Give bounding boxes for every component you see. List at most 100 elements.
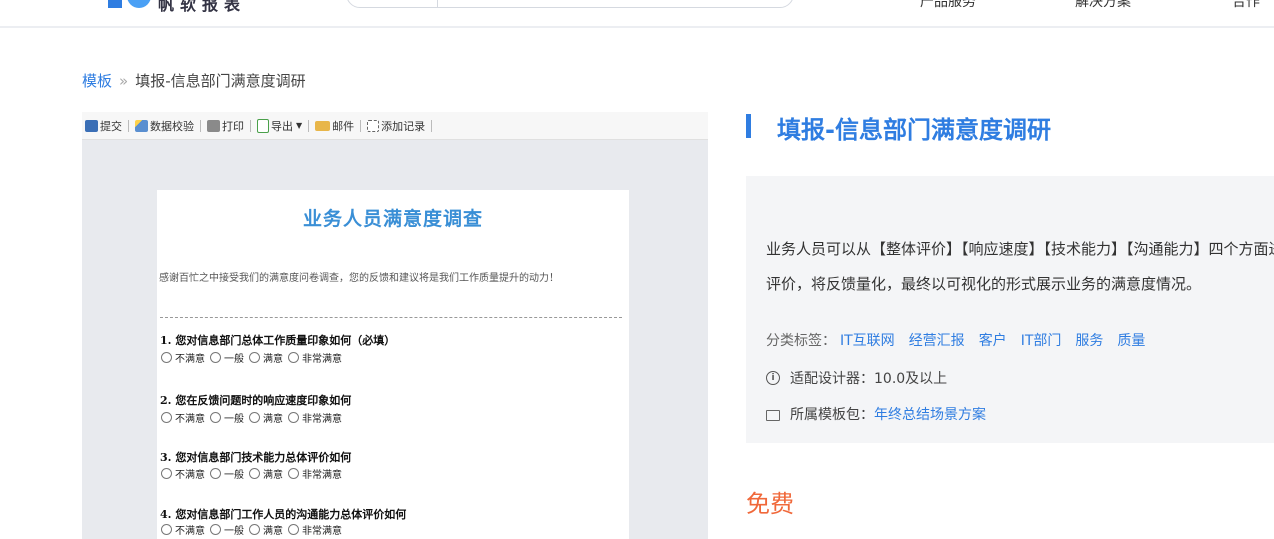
radio-option[interactable]: 不满意 xyxy=(161,522,205,537)
category-tags: 分类标签： IT互联网 经营汇报 客户 IT部门 服务 质量 xyxy=(766,330,1145,350)
radio-circle-icon xyxy=(288,412,299,423)
option-label: 非常满意 xyxy=(302,526,342,537)
logo-mark-icon[interactable] xyxy=(108,0,122,8)
price-label: 免费 xyxy=(746,490,794,518)
survey-title: 业务人员满意度调查 xyxy=(302,208,483,230)
radio-option[interactable]: 非常满意 xyxy=(288,410,342,425)
radio-option[interactable]: 一般 xyxy=(210,410,244,425)
question-1: 1. 您对信息部门总体工作质量印象如何（必填） xyxy=(160,334,396,347)
logo-swoosh-icon[interactable] xyxy=(127,0,151,8)
question-2: 2. 您在反馈问题时的响应速度印象如何 xyxy=(160,394,352,407)
breadcrumb-separator: » xyxy=(119,72,129,90)
radio-circle-icon xyxy=(288,468,299,479)
nav-item-partners[interactable]: 合作 xyxy=(1232,0,1260,11)
radio-option[interactable]: 满意 xyxy=(249,466,283,481)
designer-compat: i 适配设计器：10.0及以上 xyxy=(766,368,947,388)
add-record-label: 添加记录 xyxy=(381,119,426,133)
toolbar-divider xyxy=(250,119,251,132)
radio-option[interactable]: 不满意 xyxy=(161,350,205,365)
template-description: 业务人员可以从【整体评价】【响应速度】【技术能力】【沟通能力】四个方面进行评价，… xyxy=(766,240,1274,293)
option-label: 不满意 xyxy=(175,414,205,425)
breadcrumb-templates-link[interactable]: 模板 xyxy=(82,72,112,90)
tags-label: 分类标签： xyxy=(766,333,836,349)
tag-link[interactable]: 服务 xyxy=(1075,330,1103,350)
option-label: 满意 xyxy=(263,470,283,481)
template-title: 填报-信息部门满意度调研 xyxy=(777,116,1051,144)
tag-link[interactable]: IT互联网 xyxy=(840,330,895,350)
designer-compat-text: 适配设计器：10.0及以上 xyxy=(790,371,948,387)
tag-link[interactable]: IT部门 xyxy=(1021,330,1062,350)
check-wand-icon xyxy=(135,119,148,132)
radio-circle-icon xyxy=(161,412,172,423)
breadcrumb: 模板 » 填报-信息部门满意度调研 xyxy=(82,70,306,91)
survey-intro: 感谢百忙之中接受我们的满意度问卷调查，您的反馈和建议将是我们工作质量提升的动力！ xyxy=(159,273,559,284)
radio-option[interactable]: 非常满意 xyxy=(288,350,342,365)
radio-circle-icon xyxy=(249,524,260,535)
option-label: 非常满意 xyxy=(302,470,342,481)
template-preview[interactable]: 提交 数据校验 打印 导出 ▼ 邮件 添加记录 业务人员满意度调查 感谢百忙之中… xyxy=(82,112,708,539)
survey-form: 业务人员满意度调查 感谢百忙之中接受我们的满意度问卷调查，您的反馈和建议将是我们… xyxy=(157,190,629,539)
breadcrumb-current: 填报-信息部门满意度调研 xyxy=(135,72,306,90)
radio-option[interactable]: 不满意 xyxy=(161,466,205,481)
radio-option[interactable]: 非常满意 xyxy=(288,466,342,481)
radio-option[interactable]: 满意 xyxy=(249,350,283,365)
radio-option[interactable]: 一般 xyxy=(210,466,244,481)
save-icon xyxy=(85,119,98,132)
mail-icon xyxy=(315,120,331,131)
radio-option[interactable]: 一般 xyxy=(210,350,244,365)
submit-button[interactable]: 提交 xyxy=(82,112,125,139)
template-package: 所属模板包： 年终总结场景方案 xyxy=(766,404,986,424)
add-record-button[interactable]: 添加记录 xyxy=(364,112,428,139)
printer-icon xyxy=(207,119,220,132)
search-bar[interactable] xyxy=(346,0,794,8)
radio-option[interactable]: 不满意 xyxy=(161,410,205,425)
question-2-options: 不满意 一般 满意 非常满意 xyxy=(161,410,347,425)
nav-item-products[interactable]: 产品服务 xyxy=(920,0,976,11)
mail-label: 邮件 xyxy=(332,119,355,133)
title-accent-bar xyxy=(746,114,751,138)
option-label: 非常满意 xyxy=(302,414,342,425)
tag-link[interactable]: 客户 xyxy=(979,330,1007,350)
option-label: 非常满意 xyxy=(302,354,342,365)
option-label: 一般 xyxy=(224,354,244,365)
option-label: 一般 xyxy=(224,414,244,425)
toolbar-divider xyxy=(431,119,433,132)
toolbar-divider xyxy=(200,119,201,132)
option-label: 满意 xyxy=(263,526,283,537)
toolbar-divider xyxy=(360,119,362,132)
option-label: 满意 xyxy=(263,414,283,425)
folder-icon xyxy=(766,409,780,421)
option-label: 一般 xyxy=(224,470,244,481)
export-icon xyxy=(257,118,269,133)
radio-circle-icon xyxy=(288,524,299,535)
radio-circle-icon xyxy=(288,352,299,363)
export-label: 导出 xyxy=(271,119,293,133)
package-label: 所属模板包： xyxy=(790,407,874,423)
tag-link[interactable]: 经营汇报 xyxy=(909,330,965,350)
radio-option[interactable]: 满意 xyxy=(249,522,283,537)
radio-option[interactable]: 一般 xyxy=(210,522,244,537)
print-button[interactable]: 打印 xyxy=(204,112,247,139)
radio-circle-icon xyxy=(249,352,260,363)
option-label: 不满意 xyxy=(175,470,205,481)
radio-circle-icon xyxy=(210,468,221,479)
export-button[interactable]: 导出 ▼ xyxy=(254,112,305,139)
radio-circle-icon xyxy=(161,468,172,479)
data-validate-button[interactable]: 数据校验 xyxy=(132,112,197,139)
tag-link[interactable]: 质量 xyxy=(1117,330,1145,350)
print-label: 打印 xyxy=(222,119,244,133)
report-toolbar: 提交 数据校验 打印 导出 ▼ 邮件 添加记录 xyxy=(82,112,708,140)
chevron-down-icon: ▼ xyxy=(296,121,303,130)
toolbar-divider xyxy=(128,119,129,132)
option-label: 一般 xyxy=(224,526,244,537)
package-link[interactable]: 年终总结场景方案 xyxy=(874,404,986,424)
radio-option[interactable]: 非常满意 xyxy=(288,522,342,537)
search-divider xyxy=(437,0,438,7)
submit-label: 提交 xyxy=(100,119,122,133)
logo-text[interactable]: 帆软报表 xyxy=(158,0,246,15)
mail-button[interactable]: 邮件 xyxy=(312,112,357,139)
option-label: 不满意 xyxy=(175,354,205,365)
nav-item-solutions[interactable]: 解决方案 xyxy=(1075,0,1131,11)
radio-option[interactable]: 满意 xyxy=(249,410,283,425)
template-info-box: 业务人员可以从【整体评价】【响应速度】【技术能力】【沟通能力】四个方面进行评价，… xyxy=(746,176,1274,443)
